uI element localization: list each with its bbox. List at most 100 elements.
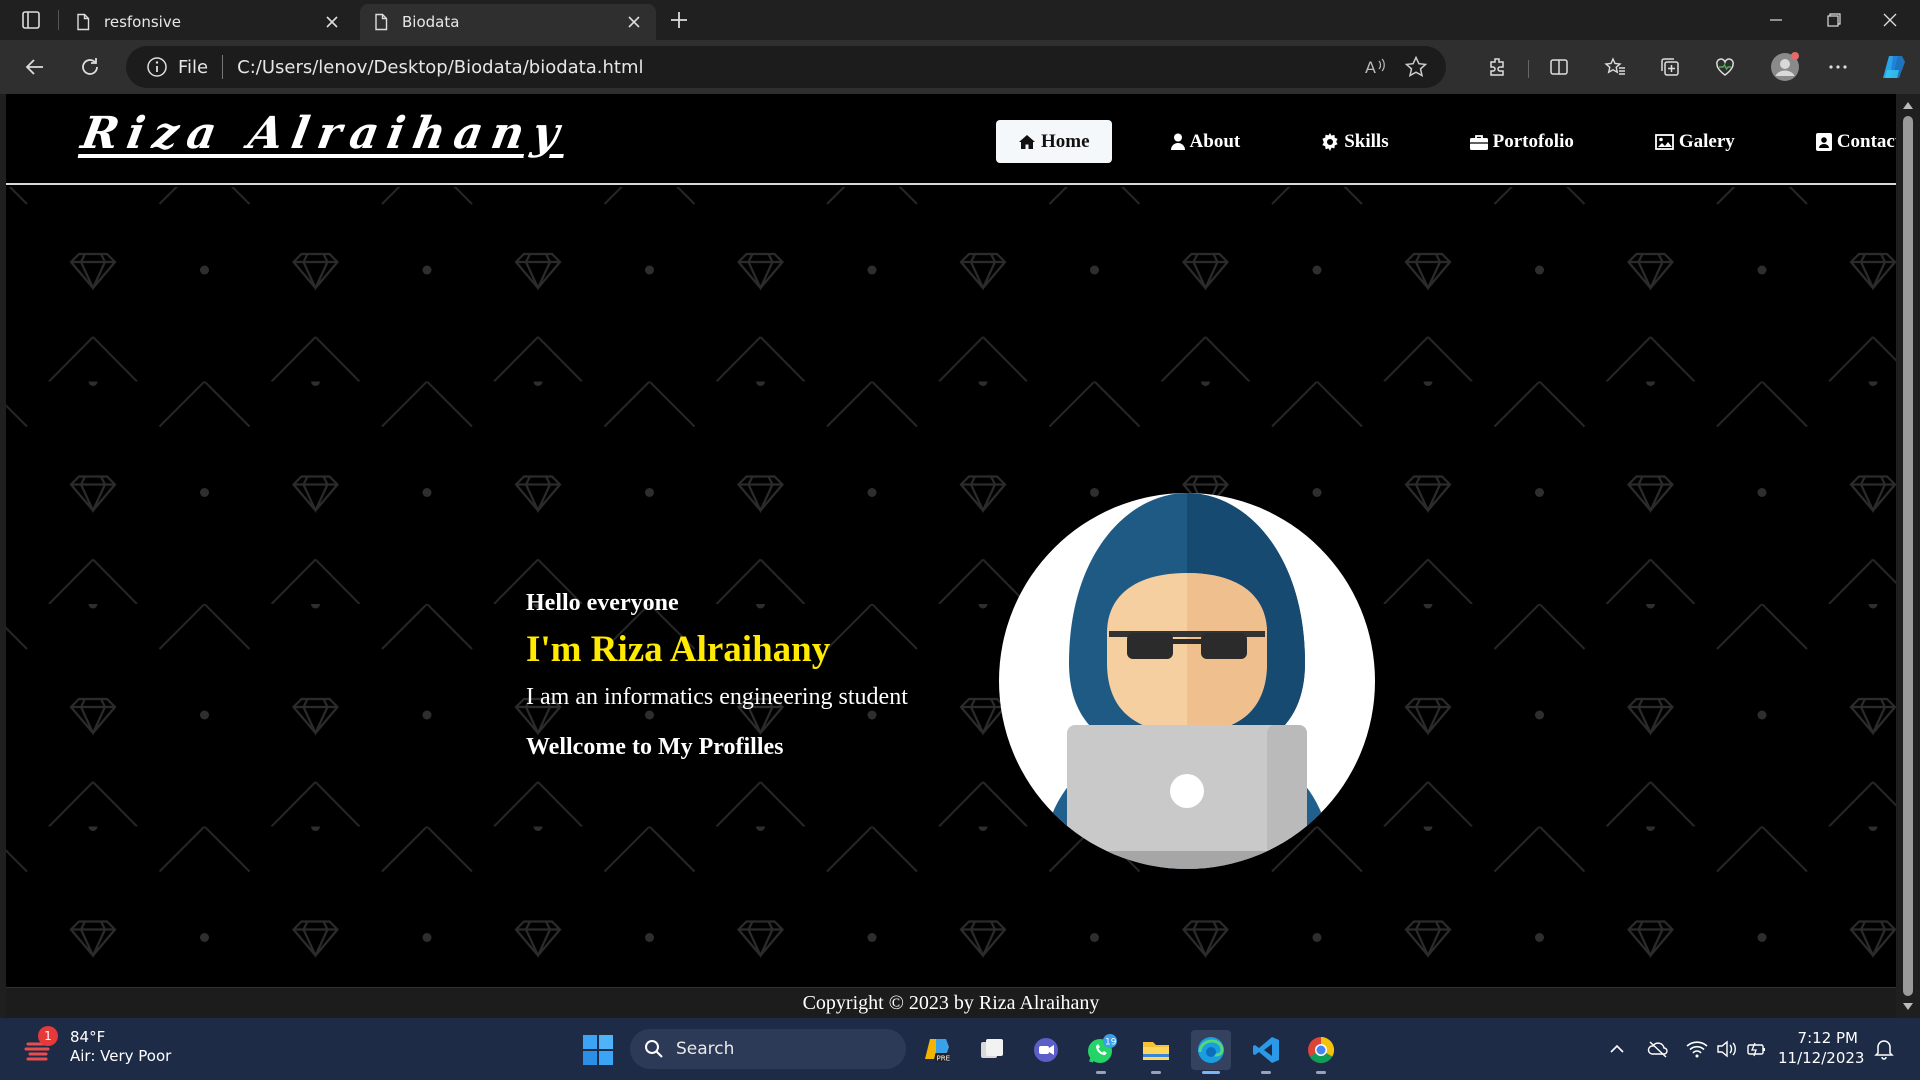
system-clock[interactable]: 7:12 PM 11/12/2023 — [1778, 1028, 1865, 1068]
wifi-icon[interactable] — [1686, 1038, 1708, 1060]
running-indicator — [1096, 1071, 1106, 1074]
site-footer: Copyright © 2023 by Riza Alraihany — [6, 987, 1896, 1018]
hero-section: Hello everyone I'm Riza Alraihany I am a… — [6, 187, 1896, 987]
info-icon[interactable] — [146, 56, 168, 78]
notification-bell-icon[interactable] — [1874, 1038, 1894, 1060]
nav-label: Home — [1041, 130, 1090, 152]
weather-temp: 84°F — [70, 1028, 106, 1046]
tab-resfonsive[interactable]: resfonsive — [62, 4, 354, 40]
running-indicator — [1151, 1071, 1161, 1074]
teams-meet-icon[interactable] — [1026, 1030, 1066, 1070]
tab-biodata[interactable]: Biodata — [360, 4, 656, 40]
chrome-icon[interactable] — [1301, 1030, 1341, 1074]
divider — [222, 55, 224, 79]
address-bar[interactable]: File C:/Users/lenov/Desktop/Biodata/biod… — [126, 46, 1446, 88]
profile-avatar-image — [999, 493, 1375, 869]
onedrive-offline-icon[interactable] — [1647, 1038, 1669, 1060]
whatsapp-badge: 19 — [1105, 1038, 1117, 1048]
more-options-icon[interactable] — [1824, 53, 1852, 81]
scroll-down-icon[interactable] — [1902, 1002, 1914, 1012]
restore-icon[interactable] — [1806, 0, 1862, 40]
favorites-icon[interactable] — [1601, 53, 1629, 81]
document-icon — [375, 13, 388, 31]
nav-contact[interactable]: Contact — [1794, 120, 1896, 163]
close-window-icon[interactable] — [1862, 0, 1918, 40]
site-header: Riza Alraihany Home About Skills Portofo… — [6, 94, 1896, 185]
copilot-preview-icon[interactable]: PRE — [917, 1030, 957, 1070]
weather-badge: 1 — [38, 1026, 58, 1046]
copilot-icon[interactable] — [1878, 51, 1910, 83]
user-icon — [1170, 133, 1185, 150]
close-icon[interactable] — [322, 12, 342, 32]
favorite-star-icon[interactable] — [1404, 55, 1428, 79]
site-logo[interactable]: Riza Alraihany — [78, 108, 572, 159]
browser-tab-bar: resfonsive Biodata — [0, 0, 1920, 40]
search-icon — [645, 1040, 663, 1058]
windows-start-icon[interactable] — [582, 1034, 614, 1066]
split-screen-icon[interactable] — [1545, 53, 1573, 81]
taskbar-search[interactable]: Search — [630, 1029, 906, 1069]
minimize-icon[interactable] — [1748, 0, 1804, 40]
document-icon — [77, 13, 90, 31]
nav-label: Contact — [1836, 130, 1896, 152]
nav-portofolio[interactable]: Portofolio — [1448, 120, 1596, 163]
search-placeholder: Search — [676, 1039, 735, 1059]
weather-widget[interactable]: 1 84°F Air: Very Poor — [24, 1026, 171, 1066]
browser-essentials-icon[interactable] — [1711, 53, 1739, 81]
file-explorer-icon[interactable] — [1136, 1030, 1176, 1074]
nav-label: Galery — [1678, 130, 1735, 152]
nav-label: About — [1189, 130, 1241, 152]
running-indicator — [1316, 1071, 1326, 1074]
svg-text:PRE: PRE — [937, 1055, 951, 1063]
home-icon — [1019, 134, 1035, 149]
whatsapp-icon[interactable]: 19 — [1081, 1030, 1121, 1074]
chevron-up-icon[interactable] — [1606, 1038, 1628, 1060]
hero-description: I am an informatics engineering student — [526, 684, 908, 710]
task-view-icon[interactable] — [972, 1030, 1012, 1070]
nav-about[interactable]: About — [1149, 120, 1263, 163]
nav-home[interactable]: Home — [996, 120, 1112, 163]
scroll-up-icon[interactable] — [1902, 100, 1914, 110]
hero-name: I'm Riza Alraihany — [526, 629, 831, 670]
air-quality-icon: 1 — [24, 1026, 58, 1064]
read-aloud-icon[interactable]: A — [1364, 56, 1386, 78]
refresh-icon[interactable] — [76, 53, 104, 81]
running-indicator — [1261, 1071, 1271, 1074]
edge-icon[interactable] — [1191, 1030, 1231, 1074]
nav-galery[interactable]: Galery — [1633, 120, 1757, 163]
nav-skills[interactable]: Skills — [1299, 120, 1410, 163]
clock-date: 11/12/2023 — [1778, 1049, 1865, 1067]
extensions-icon[interactable] — [1484, 53, 1512, 81]
svg-text:A: A — [1365, 58, 1376, 77]
briefcase-icon — [1469, 134, 1488, 150]
scrollbar-thumb[interactable] — [1903, 116, 1913, 996]
gear-icon — [1322, 132, 1338, 151]
new-tab-icon[interactable] — [666, 8, 692, 32]
diamond-pattern-background — [6, 187, 1896, 987]
divider — [1528, 60, 1529, 78]
vscode-icon[interactable] — [1246, 1030, 1286, 1074]
welcome-text: Wellcome to My Profilles — [526, 734, 784, 760]
back-icon[interactable] — [21, 53, 49, 81]
main-nav: Home About Skills Portofolio Galery Cont… — [996, 120, 1896, 163]
tab-actions-icon[interactable] — [18, 8, 44, 32]
windows-taskbar: 1 84°F Air: Very Poor Search PRE 19 7:12… — [0, 1018, 1920, 1080]
image-icon — [1654, 133, 1674, 150]
nav-label: Portofolio — [1492, 130, 1574, 152]
greeting: Hello everyone — [526, 590, 679, 616]
scheme-label: File — [178, 56, 209, 78]
clock-time: 7:12 PM — [1797, 1029, 1858, 1047]
tab-title: Biodata — [402, 13, 460, 31]
url-text[interactable]: C:/Users/lenov/Desktop/Biodata/biodata.h… — [237, 57, 643, 78]
battery-icon[interactable] — [1746, 1038, 1768, 1060]
browser-toolbar: File C:/Users/lenov/Desktop/Biodata/biod… — [0, 40, 1920, 94]
collections-icon[interactable] — [1656, 53, 1684, 81]
volume-icon[interactable] — [1716, 1038, 1738, 1060]
nav-label: Skills — [1344, 130, 1389, 152]
profile-avatar[interactable] — [1768, 50, 1802, 84]
tab-title: resfonsive — [104, 13, 181, 31]
close-icon[interactable] — [624, 12, 644, 32]
page-scrollbar[interactable] — [1896, 94, 1920, 1018]
contact-card-icon — [1815, 132, 1832, 151]
page-viewport: Riza Alraihany Home About Skills Portofo… — [6, 94, 1896, 1018]
